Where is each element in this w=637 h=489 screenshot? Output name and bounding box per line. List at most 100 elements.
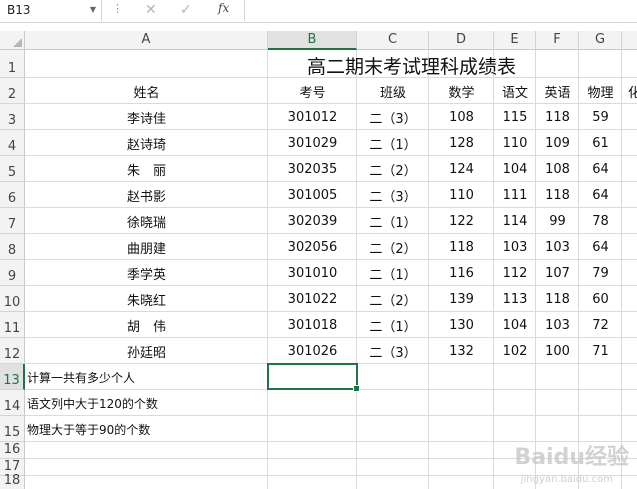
table-cell[interactable]: 二（3）	[357, 104, 429, 130]
table-cell[interactable]: 徐晓瑞	[25, 208, 268, 234]
table-cell[interactable]: 113	[494, 286, 536, 312]
table-cell[interactable]: 99	[536, 208, 579, 234]
column-header-b[interactable]: B	[268, 31, 357, 50]
table-cell[interactable]: 104	[494, 156, 536, 182]
table-cell[interactable]: 301029	[268, 130, 357, 156]
column-header-f[interactable]: F	[536, 31, 579, 50]
column-header-c[interactable]: C	[357, 31, 429, 50]
table-cell[interactable]: 118	[536, 286, 579, 312]
table-cell[interactable]: 104	[494, 312, 536, 338]
table-cell[interactable]: 301005	[268, 182, 357, 208]
row-header-9[interactable]: 9	[0, 260, 25, 286]
table-cell[interactable]: 孙廷昭	[25, 338, 268, 364]
table-cell[interactable]: 64	[579, 156, 622, 182]
table-cell[interactable]: 二（3）	[357, 338, 429, 364]
chevron-down-icon[interactable]: ▼	[90, 0, 96, 20]
table-cell[interactable]: 108	[429, 104, 494, 130]
table-cell[interactable]: 301022	[268, 286, 357, 312]
table-cell[interactable]: 59	[579, 104, 622, 130]
row-header-14[interactable]: 14	[0, 390, 25, 416]
table-cell[interactable]: 128	[429, 130, 494, 156]
table-cell[interactable]: 302039	[268, 208, 357, 234]
row-header-2[interactable]: 2	[0, 78, 25, 104]
row-header-10[interactable]: 10	[0, 286, 25, 312]
header-cell[interactable]: 考号	[268, 78, 357, 104]
table-cell[interactable]: 110	[494, 130, 536, 156]
question-physics-over-90[interactable]: 物理大于等于90的个数	[25, 416, 267, 442]
table-cell[interactable]: 301010	[268, 260, 357, 286]
table-cell[interactable]: 朱晓红	[25, 286, 268, 312]
column-header-h[interactable]	[622, 31, 637, 50]
table-cell[interactable]: 302035	[268, 156, 357, 182]
formula-input[interactable]	[250, 0, 630, 21]
table-cell[interactable]: 100	[536, 338, 579, 364]
table-cell[interactable]: 二（2）	[357, 234, 429, 260]
question-chinese-over-120[interactable]: 语文列中大于120的个数	[25, 390, 267, 416]
table-cell[interactable]: 301018	[268, 312, 357, 338]
row-header-13[interactable]: 13	[0, 364, 25, 390]
column-header-g[interactable]: G	[579, 31, 622, 50]
table-cell[interactable]: 116	[429, 260, 494, 286]
row-header-6[interactable]: 6	[0, 182, 25, 208]
question-count-people[interactable]: 计算一共有多少个人	[25, 364, 267, 390]
table-cell[interactable]: 朱 丽	[25, 156, 268, 182]
column-header-e[interactable]: E	[494, 31, 536, 50]
table-cell[interactable]: 108	[536, 156, 579, 182]
row-header-8[interactable]: 8	[0, 234, 25, 260]
header-cell[interactable]: 姓名	[25, 78, 268, 104]
column-header-d[interactable]: D	[429, 31, 494, 50]
table-cell[interactable]: 季学英	[25, 260, 268, 286]
table-cell[interactable]: 302056	[268, 234, 357, 260]
table-cell[interactable]: 107	[536, 260, 579, 286]
table-cell[interactable]: 赵诗琦	[25, 130, 268, 156]
table-cell[interactable]: 曲朋建	[25, 234, 268, 260]
table-cell[interactable]: 118	[429, 234, 494, 260]
table-cell[interactable]: 二（1）	[357, 312, 429, 338]
table-cell[interactable]: 64	[579, 234, 622, 260]
table-cell[interactable]: 78	[579, 208, 622, 234]
select-all-button[interactable]	[0, 31, 25, 50]
table-cell[interactable]: 122	[429, 208, 494, 234]
table-cell[interactable]: 109	[536, 130, 579, 156]
row-header-5[interactable]: 5	[0, 156, 25, 182]
enter-check-icon[interactable]: ✓	[180, 0, 192, 20]
table-cell[interactable]: 301026	[268, 338, 357, 364]
header-cell[interactable]: 英语	[536, 78, 579, 104]
table-cell[interactable]: 二（1）	[357, 130, 429, 156]
header-cell[interactable]: 化	[622, 78, 637, 104]
table-cell[interactable]: 114	[494, 208, 536, 234]
more-options-icon[interactable]: ⋮	[112, 2, 123, 15]
row-header-1[interactable]: 1	[0, 50, 25, 78]
table-cell[interactable]: 118	[536, 104, 579, 130]
table-cell[interactable]: 二（1）	[357, 260, 429, 286]
table-cell[interactable]: 胡 伟	[25, 312, 268, 338]
name-box[interactable]: B13 ▼	[0, 0, 102, 21]
table-cell[interactable]: 李诗佳	[25, 104, 268, 130]
table-cell[interactable]: 103	[536, 312, 579, 338]
header-cell[interactable]: 班级	[357, 78, 429, 104]
header-cell[interactable]: 数学	[429, 78, 494, 104]
table-cell[interactable]: 115	[494, 104, 536, 130]
table-cell[interactable]: 110	[429, 182, 494, 208]
table-cell[interactable]: 139	[429, 286, 494, 312]
table-cell[interactable]: 71	[579, 338, 622, 364]
column-header-a[interactable]: A	[25, 31, 268, 50]
selected-cell-b13[interactable]	[267, 363, 360, 392]
cancel-icon[interactable]: ✕	[145, 0, 157, 20]
row-header-4[interactable]: 4	[0, 130, 25, 156]
table-cell[interactable]: 二（2）	[357, 286, 429, 312]
table-cell[interactable]: 72	[579, 312, 622, 338]
table-cell[interactable]: 112	[494, 260, 536, 286]
row-header-7[interactable]: 7	[0, 208, 25, 234]
table-cell[interactable]: 79	[579, 260, 622, 286]
table-cell[interactable]: 132	[429, 338, 494, 364]
row-header-18[interactable]: 18	[0, 473, 25, 489]
table-cell[interactable]: 二（3）	[357, 182, 429, 208]
table-cell[interactable]: 64	[579, 182, 622, 208]
table-cell[interactable]: 103	[536, 234, 579, 260]
row-header-16[interactable]: 16	[0, 442, 25, 459]
table-cell[interactable]: 赵书影	[25, 182, 268, 208]
table-cell[interactable]: 102	[494, 338, 536, 364]
table-cell[interactable]: 60	[579, 286, 622, 312]
row-header-11[interactable]: 11	[0, 312, 25, 338]
